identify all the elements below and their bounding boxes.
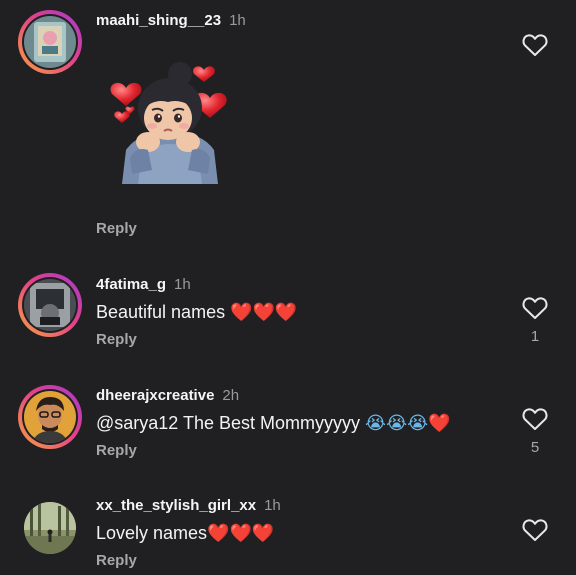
heart-outline-icon[interactable]	[522, 33, 548, 57]
username-text[interactable]: 4fatima_g	[96, 276, 166, 293]
heart-outline-icon[interactable]	[522, 296, 548, 320]
comment-text: @sarya12 The Best Mommyyyyy 😭😭😭❤️	[96, 413, 451, 434]
avatar[interactable]	[18, 273, 82, 337]
comment-item: maahi_shing__23 1h Reply	[0, 0, 576, 250]
avatar[interactable]	[18, 496, 82, 560]
username-text[interactable]: xx_the_stylish_girl_xx	[96, 497, 256, 514]
emoji-sequence: ❤️❤️❤️	[207, 523, 275, 544]
avatar-image	[24, 391, 76, 443]
avatar-image	[24, 502, 76, 554]
reply-button[interactable]: Reply	[96, 552, 137, 569]
reply-button[interactable]: Reply	[96, 331, 137, 348]
comment-body: Lovely names	[96, 523, 208, 543]
username-text[interactable]: maahi_shing__23	[96, 12, 221, 29]
emoji-sequence: 😭😭😭❤️	[365, 413, 451, 434]
girl-with-hearts-sticker	[108, 58, 232, 188]
comments-screen: maahi_shing__23 1h Reply 4fatima_g 1h Be…	[0, 0, 576, 575]
emoji-sequence: ❤️❤️❤️	[230, 302, 298, 323]
avatar-image	[24, 16, 76, 68]
timestamp: 1h	[264, 497, 281, 514]
timestamp: 2h	[222, 387, 240, 404]
username[interactable]: dheerajxcreative 2h	[96, 387, 239, 404]
avatar-image	[24, 279, 76, 331]
avatar[interactable]	[18, 385, 82, 449]
avatar[interactable]	[18, 10, 82, 74]
comment-body: @sarya12 The Best Mommyyyyy	[96, 413, 361, 433]
username-text[interactable]: dheerajxcreative	[96, 387, 214, 404]
username[interactable]: xx_the_stylish_girl_xx 1h	[96, 497, 281, 514]
heart-outline-icon[interactable]	[522, 407, 548, 431]
heart-outline-icon[interactable]	[522, 518, 548, 542]
comment-text: Beautiful names ❤️❤️❤️	[96, 302, 297, 323]
comment-body: Beautiful names	[96, 302, 226, 322]
username[interactable]: 4fatima_g 1h	[96, 276, 191, 293]
like-count: 1	[530, 328, 540, 345]
reply-button[interactable]: Reply	[96, 442, 137, 459]
reply-button[interactable]: Reply	[96, 220, 137, 237]
like-count: 5	[530, 439, 540, 456]
username[interactable]: maahi_shing__23 1h	[96, 12, 246, 29]
timestamp: 1h	[229, 12, 246, 29]
timestamp: 1h	[174, 276, 191, 293]
comment-text: Lovely names❤️❤️❤️	[96, 523, 274, 544]
